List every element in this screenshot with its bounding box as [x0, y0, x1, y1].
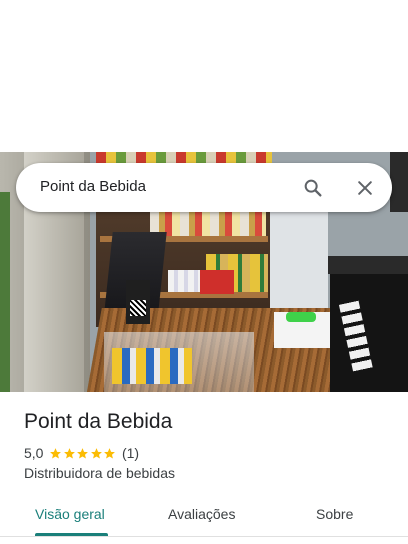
- place-category: Distribuidora de bebidas: [24, 465, 175, 481]
- tab-about[interactable]: Sobre: [316, 506, 353, 522]
- photo-freezer-lid: [328, 256, 408, 274]
- tab-overview[interactable]: Visão geral: [35, 506, 105, 522]
- star-icon: [104, 447, 116, 459]
- rating-stars: [49, 447, 117, 460]
- place-name: Point da Bebida: [24, 410, 173, 433]
- star-icon: [77, 447, 89, 459]
- search-bar[interactable]: Point da Bebida: [16, 163, 392, 212]
- star-icon: [64, 447, 75, 459]
- close-icon[interactable]: [352, 175, 378, 201]
- photo-white-panel: [270, 212, 328, 322]
- top-blank-area: [0, 0, 408, 152]
- tab-reviews[interactable]: Avaliações: [168, 506, 235, 522]
- photo-qr-code: [130, 300, 146, 316]
- search-icon[interactable]: [300, 175, 326, 201]
- photo-red-box: [200, 270, 234, 294]
- photo-green-item: [286, 312, 316, 322]
- photo-freezer: [330, 256, 408, 392]
- rating-value: 5,0: [24, 445, 44, 461]
- search-input[interactable]: Point da Bebida: [40, 178, 146, 195]
- photo-shelf-items: [168, 270, 204, 292]
- photo-glass-case-items: [112, 348, 192, 384]
- photo-green-edge: [0, 192, 10, 392]
- star-icon: [50, 447, 62, 459]
- place-tabs: Visão geral Avaliações Sobre: [0, 496, 408, 537]
- rating-row[interactable]: 5,0 (1): [24, 444, 139, 462]
- star-icon: [91, 447, 102, 459]
- tabs-divider: [0, 536, 408, 537]
- photo-shelf-items: [150, 212, 266, 236]
- review-count[interactable]: (1): [122, 445, 139, 461]
- photo-dark-corner: [390, 152, 408, 212]
